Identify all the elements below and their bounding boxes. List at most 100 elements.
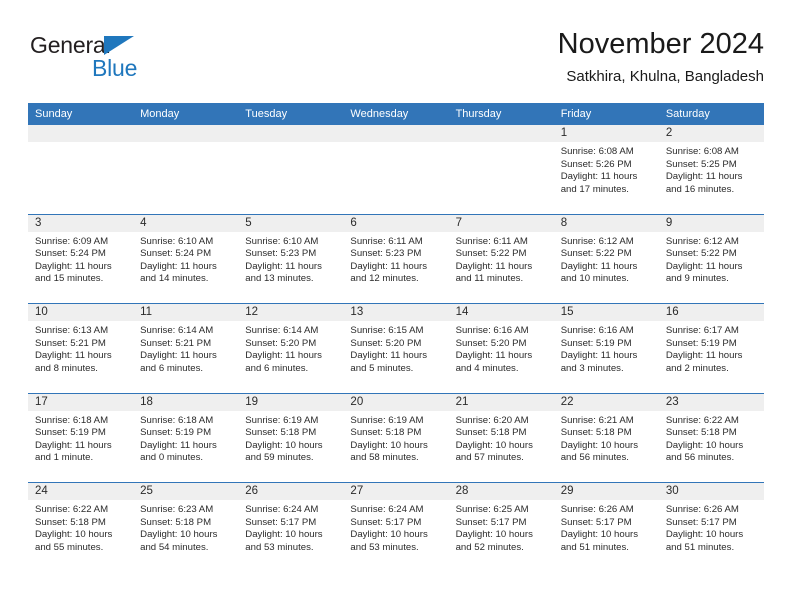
daylight-text: Daylight: 10 hours and 58 minutes. (350, 439, 428, 464)
sunset-text: Sunset: 5:21 PM (35, 337, 106, 349)
sunrise-text: Sunrise: 6:24 AM (245, 504, 319, 515)
day-details: Sunrise: 6:26 AM Sunset: 5:17 PM Daylight:… (659, 500, 764, 554)
sunset-text: Sunset: 5:19 PM (140, 427, 212, 439)
day-cell[interactable]: 1 Sunrise: 6:08 AM Sunset: 5:26 PM Daylight… (553, 125, 659, 214)
day-cell[interactable]: 27 Sunrise: 6:24 AM Sunset: 5:17 PM Dayligh… (343, 483, 449, 572)
daylight-text: Daylight: 11 hours and 3 minutes. (560, 350, 638, 374)
day-cell[interactable]: 15 Sunrise: 6:16 AM Sunset: 5:19 PM Dayligh… (553, 304, 659, 393)
day-number: 1 (553, 125, 659, 142)
page-header: General Blue November 2024 Satkhira, Khu… (28, 26, 764, 98)
day-cell[interactable]: 21 Sunrise: 6:20 AM Sunset: 5:18 PM Dayligh… (448, 393, 554, 483)
day-cell[interactable]: 24 Sunrise: 6:22 AM Sunset: 5:18 PM Dayligh… (28, 483, 134, 572)
sunset-text: Sunset: 5:19 PM (560, 337, 632, 349)
day-cell-empty (343, 125, 449, 214)
title-block: November 2024 Satkhira, Khulna, Banglade… (558, 26, 764, 88)
sunrise-text: Sunrise: 6:12 AM (560, 235, 634, 247)
sunrise-text: Sunrise: 6:25 AM (455, 504, 529, 515)
day-number: 11 (133, 304, 239, 321)
day-cell[interactable]: 17 Sunrise: 6:18 AM Sunset: 5:19 PM Dayligh… (28, 393, 134, 483)
daylight-text: Daylight: 10 hours and 53 minutes. (245, 529, 323, 553)
day-cell[interactable]: 8 Sunrise: 6:12 AM Sunset: 5:22 PM Daylight… (553, 214, 659, 304)
sunrise-text: Sunrise: 6:16 AM (455, 325, 529, 336)
sunrise-text: Sunrise: 6:08 AM (560, 146, 634, 157)
day-details: Sunrise: 6:26 AM Sunset: 5:17 PM Daylight:… (554, 500, 659, 554)
daylight-text: Daylight: 11 hours and 6 minutes. (245, 350, 322, 374)
daylight-text: Daylight: 10 hours and 56 minutes. (560, 439, 639, 464)
daylight-text: Daylight: 11 hours and 11 minutes. (455, 260, 533, 285)
sunset-text: Sunset: 5:17 PM (455, 516, 527, 528)
day-details: Sunrise: 6:10 AM Sunset: 5:23 PM Daylight:… (238, 232, 343, 286)
sunset-text: Sunset: 5:17 PM (665, 516, 737, 528)
sunrise-text: Sunrise: 6:22 AM (665, 414, 739, 426)
day-details: Sunrise: 6:15 AM Sunset: 5:20 PM Daylight:… (343, 321, 448, 375)
daylight-text: Daylight: 10 hours and 59 minutes. (245, 439, 323, 464)
day-cell[interactable]: 20 Sunrise: 6:19 AM Sunset: 5:18 PM Dayligh… (343, 393, 449, 483)
day-details: Sunrise: 6:25 AM Sunset: 5:17 PM Daylight:… (449, 500, 554, 554)
logo-triangle-icon (104, 36, 134, 55)
weekday-header-friday: Friday (560, 108, 592, 120)
daylight-text: Daylight: 11 hours and 17 minutes. (560, 171, 638, 195)
day-cell[interactable]: 19 Sunrise: 6:19 AM Sunset: 5:18 PM Dayligh… (238, 393, 344, 483)
sunset-text: Sunset: 5:20 PM (455, 337, 527, 349)
day-cell[interactable]: 7 Sunrise: 6:11 AM Sunset: 5:22 PM Daylight… (448, 214, 554, 304)
sunrise-text: Sunrise: 6:14 AM (140, 325, 214, 336)
day-cell[interactable]: 23 Sunrise: 6:22 AM Sunset: 5:18 PM Dayligh… (658, 393, 764, 483)
weekday-header-monday: Monday (140, 108, 180, 120)
daylight-text: Daylight: 11 hours and 14 minutes. (140, 260, 217, 285)
daylight-text: Daylight: 10 hours and 51 minutes. (665, 529, 744, 553)
sunrise-text: Sunrise: 6:15 AM (350, 325, 424, 336)
day-cell[interactable]: 2 Sunrise: 6:08 AM Sunset: 5:25 PM Daylight… (658, 125, 764, 214)
day-details: Sunrise: 6:14 AM Sunset: 5:21 PM Daylight:… (133, 321, 238, 375)
day-cell[interactable]: 5 Sunrise: 6:10 AM Sunset: 5:23 PM Daylight… (238, 214, 344, 304)
sunrise-text: Sunrise: 6:09 AM (35, 235, 109, 247)
day-cell[interactable]: 14 Sunrise: 6:16 AM Sunset: 5:20 PM Dayligh… (448, 304, 554, 393)
day-number (448, 125, 554, 142)
day-cell[interactable]: 18 Sunrise: 6:18 AM Sunset: 5:19 PM Dayligh… (133, 393, 239, 483)
day-cell[interactable]: 25 Sunrise: 6:23 AM Sunset: 5:18 PM Dayligh… (133, 483, 239, 572)
generalblue-logo[interactable]: General Blue (30, 34, 220, 86)
sunrise-text: Sunrise: 6:26 AM (560, 504, 634, 515)
day-number: 17 (28, 393, 134, 411)
day-details: Sunrise: 6:12 AM Sunset: 5:22 PM Daylight:… (554, 232, 659, 286)
sunset-text: Sunset: 5:18 PM (560, 427, 632, 439)
day-details: Sunrise: 6:13 AM Sunset: 5:21 PM Daylight:… (28, 321, 133, 375)
sunrise-text: Sunrise: 6:11 AM (350, 235, 423, 247)
daylight-text: Daylight: 11 hours and 1 minute. (35, 439, 112, 464)
day-cell[interactable]: 11 Sunrise: 6:14 AM Sunset: 5:21 PM Dayligh… (133, 304, 239, 393)
day-cell[interactable]: 22 Sunrise: 6:21 AM Sunset: 5:18 PM Dayligh… (553, 393, 659, 483)
weekday-header-saturday: Saturday (665, 108, 710, 120)
week-cells: 10 Sunrise: 6:13 AM Sunset: 5:21 PM Dayligh… (28, 304, 764, 393)
weekday-header-sunday: Sunday (35, 108, 73, 120)
daylight-text: Daylight: 11 hours and 8 minutes. (35, 350, 112, 374)
sunrise-text: Sunrise: 6:17 AM (665, 325, 739, 336)
day-number: 25 (133, 483, 239, 500)
sunset-text: Sunset: 5:22 PM (455, 248, 527, 260)
day-cell[interactable]: 12 Sunrise: 6:14 AM Sunset: 5:20 PM Dayligh… (238, 304, 344, 393)
day-details: Sunrise: 6:24 AM Sunset: 5:17 PM Daylight:… (343, 500, 448, 554)
calendar-week-row: 1 Sunrise: 6:08 AM Sunset: 5:26 PM Daylight… (28, 125, 764, 214)
day-details: Sunrise: 6:22 AM Sunset: 5:18 PM Daylight:… (28, 500, 133, 554)
day-cell[interactable]: 28 Sunrise: 6:25 AM Sunset: 5:17 PM Dayligh… (448, 483, 554, 572)
day-number: 26 (238, 483, 344, 500)
day-number: 9 (658, 214, 764, 232)
day-cell[interactable]: 10 Sunrise: 6:13 AM Sunset: 5:21 PM Dayligh… (28, 304, 134, 393)
day-cell[interactable]: 13 Sunrise: 6:15 AM Sunset: 5:20 PM Dayligh… (343, 304, 449, 393)
day-cell[interactable]: 6 Sunrise: 6:11 AM Sunset: 5:23 PM Daylight… (343, 214, 449, 304)
week-cells: 3 Sunrise: 6:09 AM Sunset: 5:24 PM Daylight… (28, 214, 764, 304)
day-cell[interactable]: 16 Sunrise: 6:17 AM Sunset: 5:19 PM Dayligh… (658, 304, 764, 393)
day-cell[interactable]: 3 Sunrise: 6:09 AM Sunset: 5:24 PM Daylight… (28, 214, 134, 304)
day-number: 12 (238, 304, 344, 321)
day-number (133, 125, 239, 142)
day-details: Sunrise: 6:16 AM Sunset: 5:20 PM Daylight:… (449, 321, 554, 375)
day-cell[interactable]: 29 Sunrise: 6:26 AM Sunset: 5:17 PM Dayligh… (553, 483, 659, 572)
day-cell[interactable]: 4 Sunrise: 6:10 AM Sunset: 5:24 PM Daylight… (133, 214, 239, 304)
sunset-text: Sunset: 5:18 PM (350, 427, 422, 439)
day-number: 18 (133, 393, 239, 411)
day-number: 15 (553, 304, 659, 321)
calendar-grid: Sunday Monday Tuesday Wednesday Thursday Frid… (28, 103, 764, 572)
day-cell[interactable]: 26 Sunrise: 6:24 AM Sunset: 5:17 PM Dayligh… (238, 483, 344, 572)
day-cell[interactable]: 30 Sunrise: 6:26 AM Sunset: 5:17 PM Dayligh… (658, 483, 764, 572)
day-cell[interactable]: 9 Sunrise: 6:12 AM Sunset: 5:22 PM Daylight… (658, 214, 764, 304)
daylight-text: Daylight: 11 hours and 4 minutes. (455, 350, 533, 374)
sunrise-text: Sunrise: 6:08 AM (665, 146, 739, 157)
